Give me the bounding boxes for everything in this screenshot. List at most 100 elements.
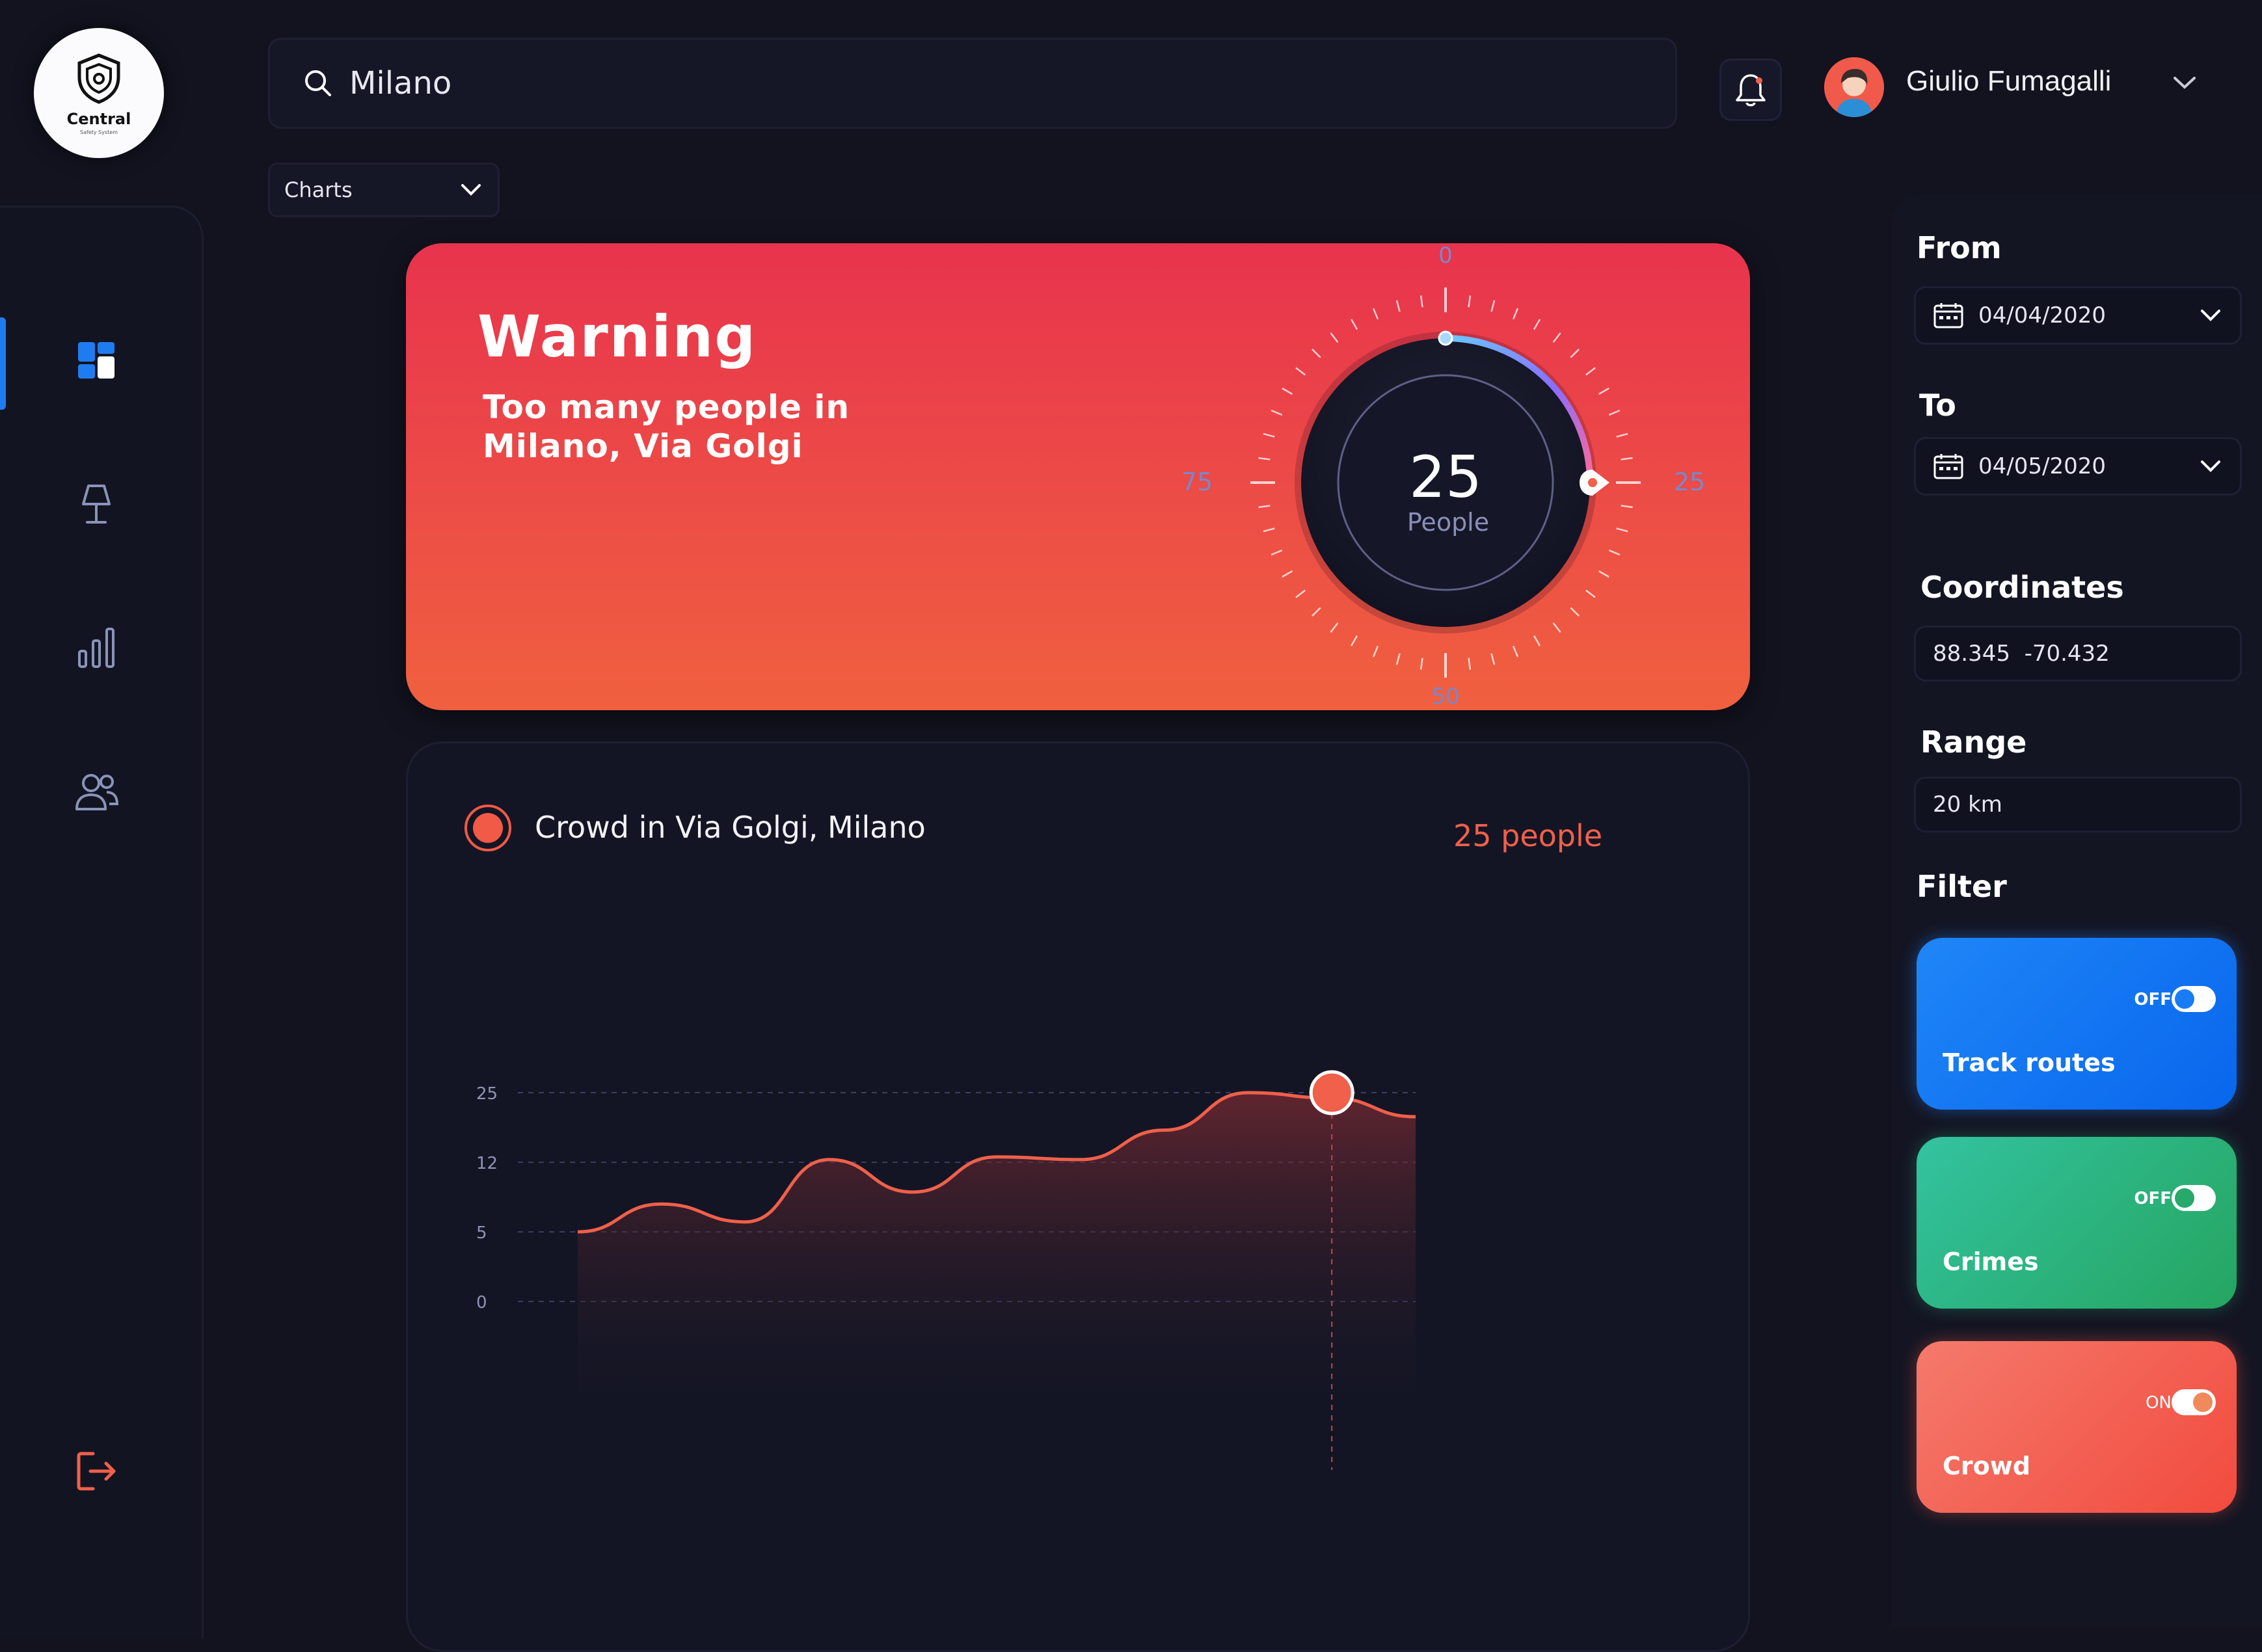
- sidebar-item-lamp[interactable]: [70, 479, 122, 531]
- gauge-tick: [1395, 653, 1401, 665]
- crowd-toggle[interactable]: [2172, 1389, 2216, 1415]
- notifications-button[interactable]: [1719, 59, 1782, 121]
- gauge-tick: [1295, 589, 1306, 598]
- gauge-tick: [1312, 349, 1321, 358]
- avatar[interactable]: [1824, 57, 1884, 117]
- filter-state-label: ON: [2146, 1393, 2172, 1413]
- shield-icon: [77, 53, 120, 104]
- filter-label: Filter: [1917, 869, 2007, 904]
- sidebar-item-users[interactable]: [70, 766, 122, 818]
- from-date-select[interactable]: 04/04/2020: [1914, 286, 2242, 345]
- chart-y-ticks: 25 12 5 0: [476, 1084, 498, 1312]
- crimes-toggle[interactable]: [2172, 1185, 2216, 1211]
- filter-crimes[interactable]: OFF Crimes: [1917, 1137, 2237, 1309]
- warning-message: Too many people in Milano, Via Golgi: [483, 388, 850, 465]
- gauge-tick: [1585, 367, 1596, 376]
- chart-legend-label: Crowd in Via Golgi, Milano: [535, 810, 926, 845]
- gauge-tick: [1420, 658, 1423, 670]
- gauge-tick: [1490, 300, 1496, 312]
- logout-icon: [77, 1452, 116, 1491]
- gauge-tick-label-0: 0: [1438, 243, 1453, 269]
- chevron-down-icon: [2174, 77, 2196, 89]
- gauge-tick: [1271, 409, 1283, 416]
- to-date-select[interactable]: 04/05/2020: [1914, 437, 2242, 496]
- y-tick-label: 5: [476, 1223, 487, 1243]
- sidebar-item-statistics[interactable]: [70, 622, 122, 674]
- gauge-tick: [1570, 607, 1580, 617]
- gauge-tick: [1598, 570, 1609, 578]
- gauge-tick: [1616, 433, 1628, 438]
- calendar-icon: [1933, 303, 1963, 328]
- gauge-overlay: 25 People 0 25 50 75: [1181, 243, 1704, 710]
- chevron-down-icon: [2201, 310, 2220, 321]
- gauge-tick: [1468, 658, 1472, 670]
- gauge-tick: [1533, 319, 1541, 330]
- gauge-tick: [1621, 457, 1633, 460]
- filter-crowd[interactable]: ON Crowd: [1917, 1341, 2237, 1513]
- bell-icon: [1736, 74, 1766, 107]
- gauge-tick: [1585, 589, 1596, 598]
- gauge-tick: [1512, 308, 1519, 320]
- from-date-value: 04/04/2020: [1978, 302, 2106, 328]
- gauge-tick: [1312, 607, 1321, 617]
- from-label: From: [1917, 230, 2002, 265]
- filter-title: Crowd: [1943, 1452, 2031, 1480]
- logo-tagline: Safety System: [80, 129, 118, 135]
- gauge-value: 25: [1409, 444, 1482, 511]
- crowd-area-chart: 25 12 5 0: [476, 1070, 1416, 1470]
- filter-title: Crimes: [1943, 1247, 2039, 1276]
- app-logo[interactable]: Central Safety System: [34, 28, 164, 158]
- sidebar-item-dashboard[interactable]: [70, 334, 122, 386]
- track-routes-toggle[interactable]: [2172, 986, 2216, 1012]
- gauge-tick: [1608, 549, 1621, 556]
- highlight-point[interactable]: [1309, 1070, 1354, 1115]
- bar-chart-icon: [78, 628, 114, 668]
- filter-track-routes[interactable]: OFF Track routes: [1917, 938, 2237, 1110]
- search-bar[interactable]: Milano: [268, 38, 1677, 129]
- coordinates-field[interactable]: 88.345 -70.432: [1914, 626, 2242, 682]
- gauge-tick: [1263, 433, 1275, 438]
- gauge-tick: [1295, 367, 1306, 376]
- gauge-tick: [1282, 387, 1293, 395]
- gauge-tick: [1621, 505, 1633, 509]
- gauge-start-dot: [1438, 330, 1453, 346]
- gauge-tick: [1468, 295, 1472, 308]
- coordinates-label: Coordinates: [1920, 570, 2124, 605]
- gauge-tick: [1350, 635, 1358, 646]
- y-tick-label: 12: [476, 1154, 498, 1173]
- gauge-tick: [1330, 332, 1339, 343]
- search-input[interactable]: Milano: [349, 65, 451, 101]
- y-tick-label: 0: [476, 1293, 487, 1312]
- gauge-tick: [1372, 645, 1379, 658]
- filter-title: Track routes: [1943, 1048, 2116, 1077]
- view-select-value: Charts: [284, 178, 353, 202]
- gauge-tick: [1608, 409, 1621, 416]
- user-name[interactable]: Giulio Fumagalli: [1906, 65, 2111, 98]
- view-select[interactable]: Charts: [268, 163, 500, 217]
- gauge-tick: [1490, 653, 1496, 665]
- gauge-tick: [1552, 332, 1561, 343]
- logo-name: Central: [66, 109, 131, 128]
- user-menu-toggle[interactable]: [2170, 73, 2200, 95]
- gauge-tick: [1350, 319, 1358, 330]
- lamp-icon: [82, 485, 111, 524]
- range-field[interactable]: 20 km: [1914, 777, 2242, 833]
- chevron-down-icon: [2201, 460, 2220, 472]
- gauge-tick-label-50: 50: [1431, 684, 1459, 710]
- gauge-tick: [1282, 570, 1293, 578]
- gauge-pointer[interactable]: [1580, 470, 1609, 496]
- coordinates-value: 88.345 -70.432: [1933, 641, 2110, 667]
- warning-title: Warning: [478, 303, 757, 370]
- gauge-tick: [1533, 635, 1541, 646]
- gauge-tick: [1372, 308, 1379, 320]
- gauge-tick: [1598, 387, 1609, 395]
- filter-state-label: OFF: [2134, 1189, 2172, 1208]
- range-value: 20 km: [1933, 792, 2002, 818]
- nav-active-indicator: [0, 317, 6, 410]
- gauge-tick: [1258, 457, 1271, 460]
- dashboard-icon: [78, 342, 114, 379]
- gauge-tick: [1263, 527, 1275, 533]
- range-label: Range: [1920, 725, 2027, 760]
- gauge-tick: [1570, 349, 1580, 358]
- logout-button[interactable]: [70, 1445, 122, 1497]
